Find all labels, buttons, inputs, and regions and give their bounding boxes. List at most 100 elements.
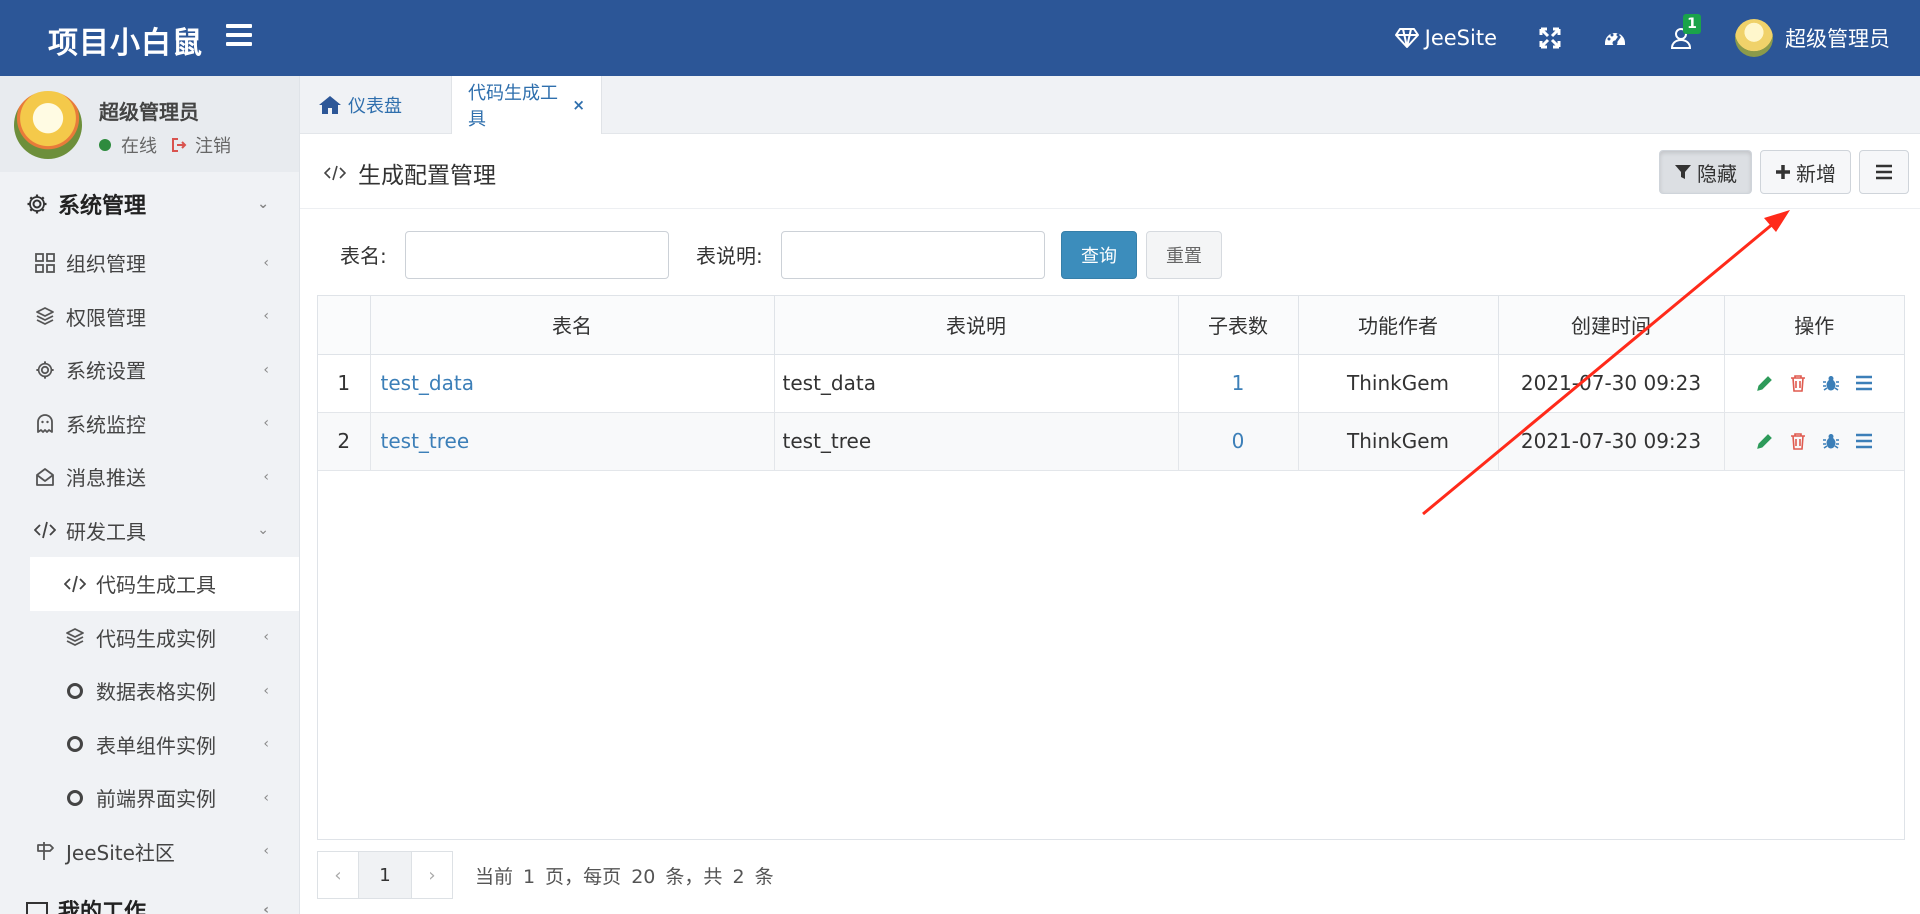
tab-dashboard[interactable]: 仪表盘 [300, 76, 452, 134]
column-header-author[interactable]: 功能作者 [1298, 296, 1499, 355]
edit-pencil-icon[interactable] [1754, 431, 1775, 452]
gear-icon [26, 193, 48, 215]
delete-trash-icon[interactable] [1787, 431, 1808, 452]
chevron-left-icon: ‹ [263, 629, 269, 646]
app-brand[interactable]: 项目小白鼠 [48, 18, 203, 62]
notification-count-badge: 1 [1683, 14, 1701, 34]
circle-icon [64, 733, 86, 755]
chevron-left-icon: ‹ [263, 415, 269, 432]
chevron-left-icon: ‹ [263, 843, 269, 860]
home-icon [319, 96, 341, 114]
tab-label: 仪表盘 [348, 96, 402, 117]
sidebar-item-datagrid-examples[interactable]: 数据表格实例 ‹ [0, 664, 299, 718]
user-menu-label: 超级管理员 [1785, 27, 1890, 51]
close-icon[interactable]: × [572, 96, 585, 114]
diamond-icon [1394, 28, 1419, 48]
row-index: 2 [318, 412, 371, 471]
fullscreen-button[interactable] [1539, 27, 1561, 49]
chevron-left-icon: ‹ [263, 254, 269, 271]
sidebar-item-label: 前端界面实例 [96, 787, 216, 812]
sidebar-section-label: 系统管理 [58, 194, 147, 219]
sidebar-toggle-icon[interactable] [226, 24, 252, 50]
chevron-left-icon: ‹ [263, 682, 269, 699]
gear-icon [34, 359, 56, 381]
sidebar-item-community[interactable]: JeeSite社区 ‹ [0, 825, 299, 879]
sidebar-item-label: 系统监控 [66, 412, 146, 437]
chevron-down-icon: ⌄ [257, 196, 269, 212]
sidebar-item-org[interactable]: 组织管理 ‹ [0, 236, 299, 290]
grid-icon [34, 252, 56, 274]
data-table: 表名 表说明 子表数 功能作者 创建时间 操作 1 test_data test… [317, 295, 1905, 840]
sidebar-item-label: 代码生成工具 [96, 573, 216, 598]
author-cell: ThinkGem [1298, 354, 1499, 413]
sidebar-item-form-examples[interactable]: 表单组件实例 ‹ [0, 718, 299, 772]
column-header-created-time[interactable]: 创建时间 [1498, 296, 1725, 355]
add-button-label: 新增 [1796, 161, 1836, 186]
layers-icon [64, 626, 86, 648]
sub-count-link[interactable]: 0 [1232, 429, 1245, 453]
sidebar-section-my-work[interactable]: 我的工作 ‹ [0, 878, 299, 914]
envelope-icon [34, 466, 56, 488]
sidebar-item-codegen-examples[interactable]: 代码生成实例 ‹ [0, 611, 299, 665]
hide-search-button[interactable]: 隐藏 [1659, 150, 1752, 194]
table-name-label: 表名: [340, 244, 387, 268]
fullscreen-icon [1539, 27, 1561, 49]
table-desc-cell: test_tree [774, 412, 1179, 471]
sidebar-item-label: 组织管理 [66, 252, 146, 277]
online-status-dot-icon [99, 139, 111, 151]
column-header-table-name[interactable]: 表名 [370, 296, 775, 355]
table-name-link[interactable]: test_tree [381, 429, 470, 453]
dashboard-button[interactable] [1603, 27, 1627, 49]
next-page-button[interactable]: › [411, 851, 453, 899]
sidebar-section-system-management[interactable]: 系统管理 ⌄ [0, 172, 299, 236]
sidebar-item-permission[interactable]: 权限管理 ‹ [0, 290, 299, 344]
page-number-button[interactable]: 1 [359, 851, 411, 899]
table-desc-input[interactable] [781, 231, 1045, 279]
delete-trash-icon[interactable] [1787, 373, 1808, 394]
search-form: 表名: 表说明: 查询 重置 [300, 224, 1920, 284]
add-button[interactable]: 新增 [1760, 150, 1851, 194]
column-header-table-desc[interactable]: 表说明 [774, 296, 1179, 355]
user-avatar [14, 91, 82, 159]
logout-label: 注销 [195, 136, 231, 157]
sub-count-link[interactable]: 1 [1232, 371, 1245, 395]
chevron-left-icon: ‹ [263, 736, 269, 753]
code-icon [34, 519, 56, 541]
row-index: 1 [318, 354, 371, 413]
sidebar-item-monitor[interactable]: 系统监控 ‹ [0, 397, 299, 451]
more-bars-icon[interactable] [1853, 373, 1874, 394]
table-name-input[interactable] [405, 231, 669, 279]
debug-bug-icon[interactable] [1820, 431, 1841, 452]
code-icon [324, 165, 346, 181]
top-navbar: 项目小白鼠 JeeSite 1 超级管理员 [0, 0, 1920, 76]
dashboard-icon [1605, 33, 1625, 46]
main-content: 生成配置管理 隐藏 新增 表名: 表说明: 查询 重置 表名 表说明 子表数 功… [300, 134, 1920, 914]
query-button[interactable]: 查询 [1061, 231, 1137, 279]
more-menu-button[interactable] [1859, 150, 1909, 194]
user-menu[interactable]: 超级管理员 [1735, 19, 1890, 57]
bars-icon [1876, 164, 1892, 180]
chevron-left-icon: ‹ [263, 468, 269, 485]
column-header-sub-count[interactable]: 子表数 [1178, 296, 1299, 355]
page-tabs: 仪表盘 代码生成工具 × [300, 76, 1920, 134]
sidebar-item-label: 表单组件实例 [96, 733, 216, 758]
layers-icon [34, 305, 56, 327]
tab-code-generator[interactable]: 代码生成工具 × [452, 76, 602, 134]
edit-pencil-icon[interactable] [1754, 373, 1775, 394]
sidebar-item-settings[interactable]: 系统设置 ‹ [0, 343, 299, 397]
sidebar-item-frontend-examples[interactable]: 前端界面实例 ‹ [0, 771, 299, 825]
debug-bug-icon[interactable] [1820, 373, 1841, 394]
prev-page-button[interactable]: ‹ [317, 851, 359, 899]
sidebar-item-code-generator[interactable]: 代码生成工具 [30, 557, 299, 611]
sidebar: 超级管理员 在线 注销 系统管理 ⌄ 组织管理 ‹ 权限管理 ‹ 系统设置 ‹ … [0, 76, 300, 914]
notifications-button[interactable]: 1 [1669, 14, 1701, 50]
reset-button[interactable]: 重置 [1146, 231, 1222, 279]
ghost-icon [34, 412, 56, 434]
table-name-link[interactable]: test_data [381, 371, 474, 395]
sidebar-item-message[interactable]: 消息推送 ‹ [0, 450, 299, 504]
jeesite-link[interactable]: JeeSite [1394, 26, 1497, 50]
more-bars-icon[interactable] [1853, 431, 1874, 452]
table-row: 1 test_data test_data 1 ThinkGem 2021-07… [318, 354, 1904, 413]
logout-link[interactable]: 注销 [171, 132, 231, 158]
sidebar-item-dev-tools[interactable]: 研发工具 ⌄ [0, 504, 299, 558]
